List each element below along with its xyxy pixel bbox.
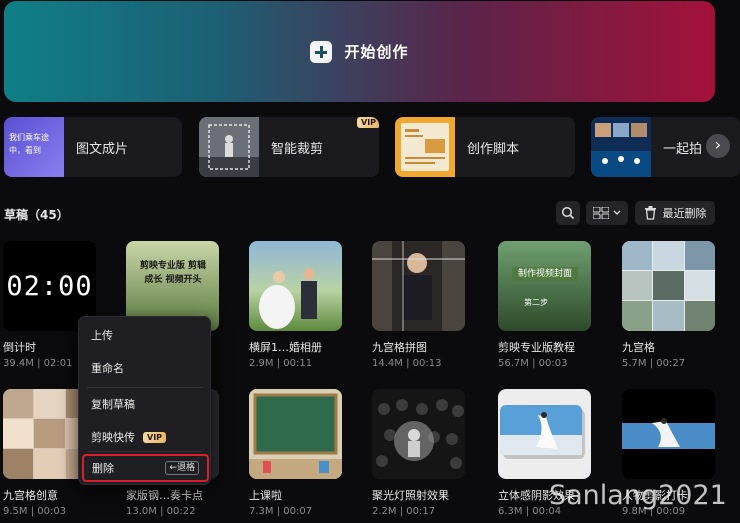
plus-icon [310,40,333,63]
draft-thumbnail [622,241,715,331]
draft-thumbnail: 制作视频封面 第二步 [498,241,591,331]
nine-grid-photo [372,241,465,331]
shadow-3d-photo [500,405,585,459]
start-creation-banner[interactable]: 开始创作 [4,1,715,102]
start-creation-button[interactable]: 开始创作 [310,40,409,63]
tool-row: 我们乘车途中，看到 图文成片 智能裁剪 VIP 创作脚本 一起拍 › [4,117,740,177]
draft-thumbnail [249,389,342,479]
draft-card[interactable]: 上课啦 7.3M | 00:07 [249,389,342,517]
draft-name: 九宫格创意 [3,489,58,502]
tool-thumb [395,117,455,177]
draft-name: 聚光灯照射效果 [372,489,449,502]
tool-creation-script[interactable]: 创作脚本 [395,117,575,177]
chevron-right-icon[interactable]: › [706,134,730,158]
draft-card[interactable]: 横屏1…婚相册 2.9M | 00:11 [249,241,342,369]
draft-thumbnail [372,389,465,479]
draft-name: 剪映专业版教程 [498,341,575,354]
menu-quick-transfer[interactable]: 剪映快传 VIP [79,423,212,451]
tool-label: 创作脚本 [467,141,520,157]
tool-label: 一起拍 [663,141,703,157]
draft-meta: 7.3M | 00:07 [249,506,313,517]
draft-card[interactable]: 聚光灯照射效果 2.2M | 00:17 [372,389,465,517]
drafts-title: 草稿（45） [4,208,69,222]
silhouette-photo [622,389,715,479]
tool-thumb [199,117,259,177]
script-preview [401,123,449,171]
draft-meta: 14.4M | 00:13 [372,358,442,369]
trash-icon [644,206,656,220]
chevron-down-icon [613,210,621,215]
draft-name: 横屏1…婚相册 [249,341,322,354]
draft-name: 九宫格拼图 [372,341,427,354]
draft-thumbnail [249,241,342,331]
search-icon [561,206,575,220]
draft-meta: 2.9M | 00:11 [249,358,313,369]
menu-rename[interactable]: 重命名 [79,354,212,382]
view-mode-button[interactable] [586,201,628,225]
menu-delete[interactable]: 删除 ←退格 [82,454,209,482]
draft-meta: 56.7M | 00:03 [498,358,568,369]
search-button[interactable] [556,201,580,225]
tool-smart-crop[interactable]: 智能裁剪 VIP [199,117,379,177]
tool-label: 智能裁剪 [271,141,324,157]
smart-crop-preview [199,117,259,177]
draft-card[interactable]: 九宫格 5.7M | 00:27 [622,241,715,369]
draft-name: 九宫格 [622,341,655,354]
draft-meta: 2.2M | 00:17 [372,506,436,517]
vip-badge: VIP [357,117,379,128]
draft-thumbnail [372,241,465,331]
draft-card[interactable]: 九宫格拼图 14.4M | 00:13 [372,241,465,369]
backspace-shortcut-hint: ←退格 [165,461,199,475]
draft-name: 家版钢…奏卡点 [126,489,203,502]
draft-context-menu: 上传 重命名 复制草稿 剪映快传 VIP 删除 ←退格 [78,316,211,485]
draft-thumbnail [498,389,591,479]
menu-upload[interactable]: 上传 [79,321,212,349]
tool-thumb [591,117,651,177]
menu-divider [87,387,202,388]
draft-meta: 13.0M | 00:22 [126,506,196,517]
menu-divider [87,451,202,452]
wedding-photo [259,268,317,329]
draft-card[interactable]: 制作视频封面 第二步 剪映专业版教程 56.7M | 00:03 [498,241,591,369]
draft-meta: 9.5M | 00:03 [3,506,67,517]
draft-meta: 5.7M | 00:27 [622,358,686,369]
start-creation-label: 开始创作 [344,43,409,61]
vip-badge: VIP [143,431,167,443]
classroom-illustration [249,389,342,479]
nine-grid-collage [622,241,715,331]
menu-copy-draft[interactable]: 复制草稿 [79,390,212,418]
watermark-text: Sanlang2021 [549,480,727,511]
tool-thumb: 我们乘车途中，看到 [4,117,64,177]
recent-delete-label: 最近删除 [662,207,707,220]
recent-delete-button[interactable]: 最近删除 [635,201,715,225]
draft-name: 上课啦 [249,489,282,502]
shoot-together-preview [591,117,651,177]
tool-label: 图文成片 [76,141,129,157]
draft-thumbnail [622,389,715,479]
spotlight-crowd-photo [372,389,465,479]
grid-view-icon [593,207,609,219]
tool-image-to-video[interactable]: 我们乘车途中，看到 图文成片 [4,117,182,177]
